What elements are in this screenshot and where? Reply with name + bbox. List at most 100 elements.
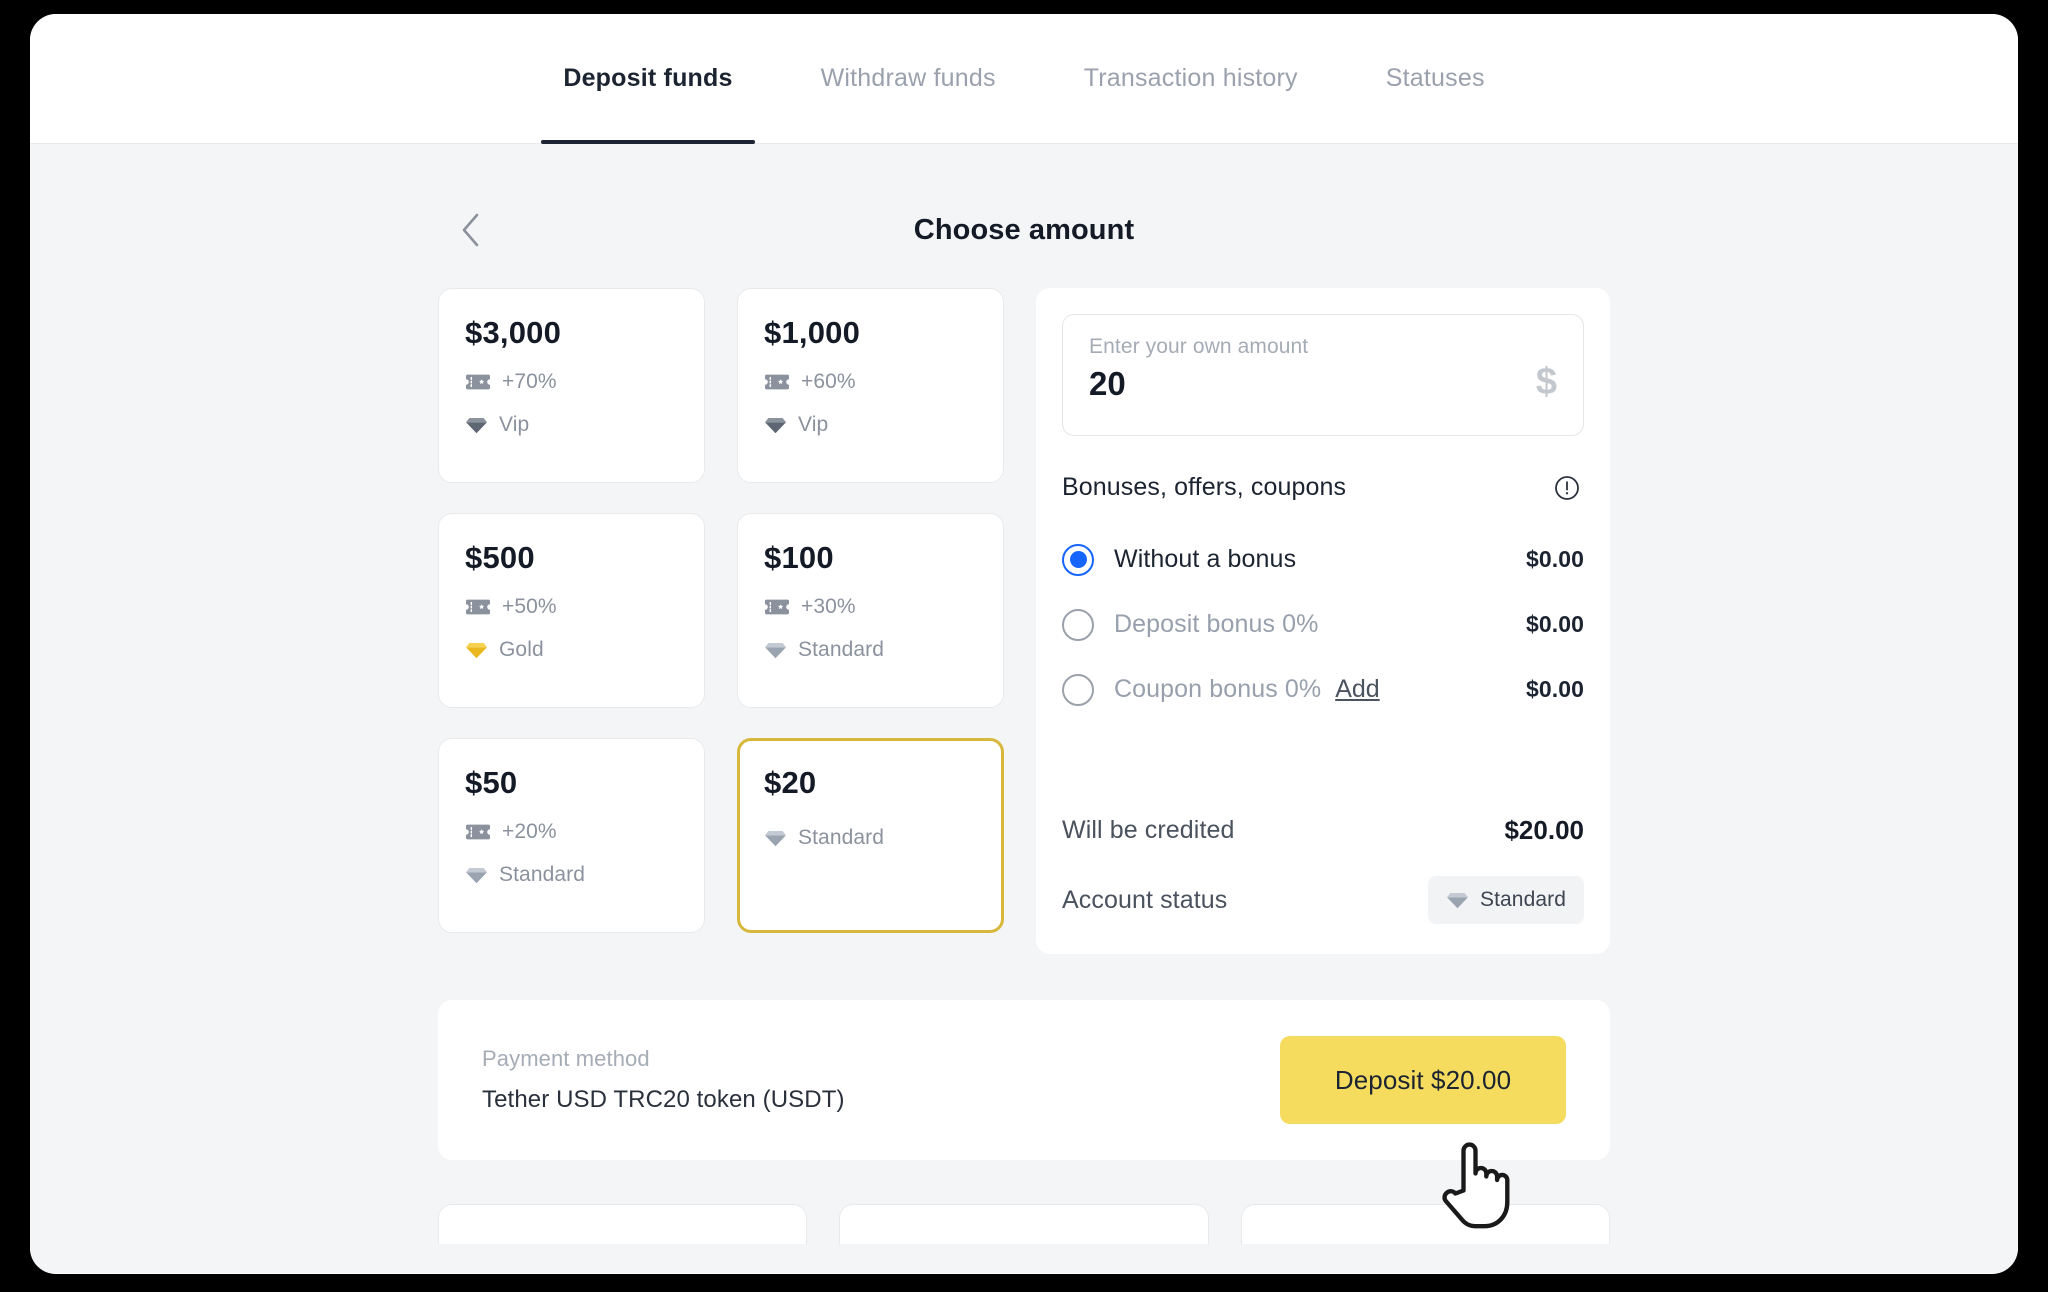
amount-status-label: Standard — [499, 863, 586, 886]
next-section-peek — [438, 1204, 1610, 1244]
amount-status-row: Gold — [465, 638, 704, 662]
amount-status-label: Gold — [499, 638, 544, 661]
radio-button[interactable] — [1062, 673, 1094, 706]
amount-value: $20 — [764, 765, 817, 800]
will-be-credited-value: $20.00 — [1504, 815, 1584, 845]
payment-method-card[interactable]: Payment method Tether USD TRC20 token (U… — [438, 1000, 1610, 1160]
tab-withdraw-funds[interactable]: Withdraw funds — [777, 14, 1040, 144]
will-be-credited-row: Will be credited $20.00 — [1062, 815, 1584, 846]
app-window: Deposit funds Withdraw funds Transaction… — [30, 14, 2018, 1274]
bonuses-header: Bonuses, offers, coupons — [1062, 473, 1584, 502]
custom-amount-label: Enter your own amount — [1089, 335, 1309, 358]
diamond-icon — [465, 417, 488, 434]
account-status-row: Account status Standard — [1062, 876, 1584, 924]
amount-status-row: Vip — [764, 413, 1003, 437]
amount-card-selected[interactable]: $20 Standard — [737, 738, 1004, 933]
deposit-summary-panel: Enter your own amount 20 $ Bonuses, offe… — [1036, 288, 1610, 954]
bonus-option-without-bonus[interactable]: Without a bonus $0.00 — [1062, 527, 1584, 592]
amount-value: $3,000 — [465, 315, 562, 350]
amount-card[interactable]: $100 +30% Standard — [737, 513, 1004, 708]
peek-card — [438, 1204, 808, 1244]
amount-status-row: Standard — [764, 638, 1003, 662]
amount-bonus-label: +30% — [801, 595, 856, 618]
deposit-button[interactable]: Deposit $20.00 — [1280, 1036, 1566, 1124]
amount-bonus-label: +60% — [801, 370, 856, 393]
amount-grid: $3,000 +70% Vip $1,000 +60% Vip $500 +50… — [438, 288, 1004, 933]
radio-button[interactable] — [1062, 608, 1094, 641]
info-exclamation-icon[interactable] — [1554, 475, 1580, 501]
amount-bonus-row: +70% — [465, 370, 704, 394]
amount-status-row: Standard — [465, 863, 704, 887]
bonus-option-amount: $0.00 — [1525, 611, 1584, 637]
custom-amount-field[interactable]: Enter your own amount 20 $ — [1062, 314, 1584, 436]
page-title: Choose amount — [913, 213, 1135, 246]
bonus-option-amount: $0.00 — [1525, 546, 1584, 572]
ticket-icon — [465, 373, 491, 391]
amount-bonus-label: +20% — [502, 820, 557, 843]
bonus-option-deposit-bonus[interactable]: Deposit bonus 0% $0.00 — [1062, 592, 1584, 657]
currency-symbol: $ — [1535, 361, 1557, 403]
amount-bonus-label: +70% — [502, 370, 557, 393]
diamond-icon — [764, 830, 787, 847]
amount-bonus-row: +30% — [764, 595, 1003, 619]
amount-card[interactable]: $500 +50% Gold — [438, 513, 705, 708]
amount-card[interactable]: $3,000 +70% Vip — [438, 288, 705, 483]
amount-bonus-label: +50% — [502, 595, 557, 618]
amount-status-row: Standard — [764, 826, 1001, 850]
tab-label: Transaction history — [1083, 64, 1298, 92]
panel-header: Choose amount — [438, 200, 1610, 260]
status-badge-label: Standard — [1479, 888, 1566, 911]
tab-label: Withdraw funds — [820, 64, 996, 92]
bonus-option-amount: $0.00 — [1525, 676, 1584, 702]
custom-amount-field-inner: Enter your own amount 20 — [1089, 335, 1308, 400]
tab-label: Statuses — [1385, 64, 1485, 92]
ticket-icon — [465, 598, 491, 616]
diamond-icon — [764, 642, 787, 659]
amount-status-row: Vip — [465, 413, 704, 437]
status-badge[interactable]: Standard — [1427, 876, 1584, 924]
ticket-icon — [764, 598, 790, 616]
amount-value: $100 — [764, 540, 834, 575]
deposit-page: Choose amount $3,000 +70% Vip $1,000 +60… — [30, 144, 2018, 1273]
amount-card[interactable]: $1,000 +60% Vip — [737, 288, 1004, 483]
peek-card — [1240, 1204, 1610, 1244]
ticket-icon — [465, 823, 491, 841]
amount-value: $50 — [465, 765, 518, 800]
account-status-label: Account status — [1062, 885, 1228, 914]
tab-statuses[interactable]: Statuses — [1342, 14, 1529, 144]
amount-bonus-row: +60% — [764, 370, 1003, 394]
amount-status-label: Vip — [798, 413, 829, 436]
custom-amount-value: 20 — [1089, 365, 1126, 402]
diamond-gold-icon — [465, 642, 488, 659]
tab-bar: Deposit funds Withdraw funds Transaction… — [30, 14, 2018, 144]
amount-bonus-row: +50% — [465, 595, 704, 619]
amount-bonus-row: +20% — [465, 820, 704, 844]
tab-label: Deposit funds — [563, 64, 733, 92]
amount-status-label: Standard — [798, 638, 885, 661]
add-coupon-link[interactable]: Add — [1335, 675, 1379, 704]
tab-deposit-funds[interactable]: Deposit funds — [519, 14, 776, 144]
bonus-option-label: Deposit bonus 0% — [1114, 610, 1319, 638]
amount-value: $500 — [465, 540, 535, 575]
peek-card — [839, 1204, 1209, 1244]
payment-method-info: Payment method Tether USD TRC20 token (U… — [482, 1046, 845, 1114]
bonus-option-label: Without a bonus — [1114, 545, 1297, 573]
amount-value: $1,000 — [764, 315, 861, 350]
diamond-icon — [764, 417, 787, 434]
bonuses-title: Bonuses, offers, coupons — [1062, 473, 1347, 501]
deposit-content: $3,000 +70% Vip $1,000 +60% Vip $500 +50… — [438, 288, 1610, 954]
bonus-option-coupon-bonus[interactable]: Coupon bonus 0% Add $0.00 — [1062, 657, 1584, 722]
will-be-credited-label: Will be credited — [1062, 816, 1235, 844]
amount-card[interactable]: $50 +20% Standard — [438, 738, 705, 933]
bonus-options-list: Without a bonus $0.00 Deposit bonus 0% $… — [1062, 527, 1584, 722]
amount-status-label: Vip — [499, 413, 530, 436]
amount-status-label: Standard — [798, 826, 885, 849]
radio-button[interactable] — [1062, 543, 1094, 576]
diamond-icon — [465, 867, 488, 884]
bonus-option-label: Coupon bonus 0% — [1114, 675, 1322, 703]
diamond-icon — [1446, 892, 1469, 909]
tab-transaction-history[interactable]: Transaction history — [1040, 14, 1342, 144]
payment-method-label: Payment method — [482, 1046, 650, 1071]
payment-method-value: Tether USD TRC20 token (USDT) — [482, 1086, 845, 1113]
